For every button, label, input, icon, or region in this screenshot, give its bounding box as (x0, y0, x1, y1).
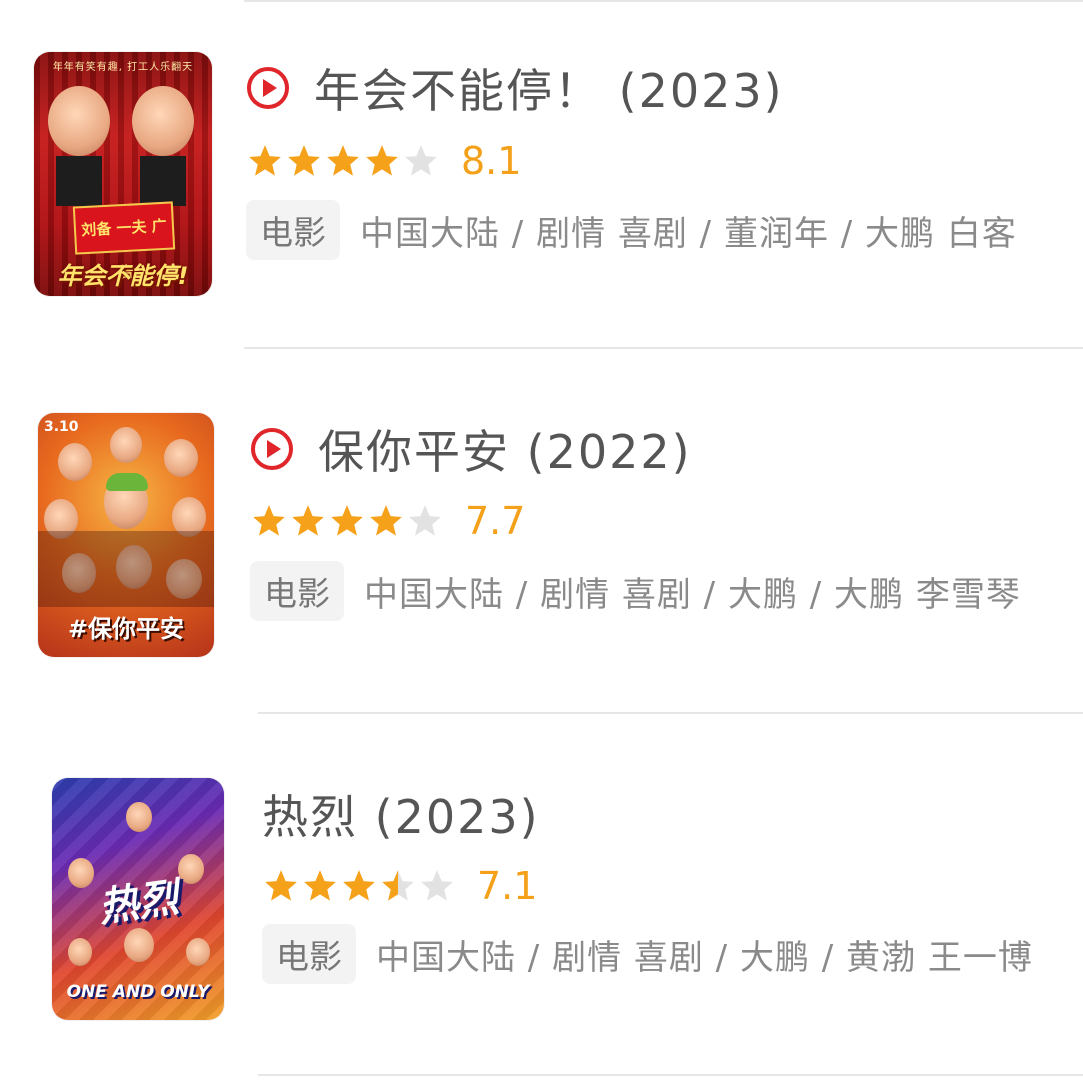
actor-face (164, 439, 198, 477)
star-icon (366, 145, 398, 176)
star-icon (331, 505, 363, 536)
play-circle-icon[interactable] (250, 427, 294, 471)
type-badge: 电影 (262, 924, 356, 984)
star-icon (370, 505, 402, 536)
star-icon (327, 145, 359, 176)
play-circle-icon[interactable] (246, 66, 290, 110)
poster-title: 年会不能停! (57, 262, 189, 290)
rating-score: 8.1 (461, 139, 522, 183)
actor-face (58, 443, 92, 481)
poster-date: 3.10 (44, 419, 79, 435)
movie-item-1[interactable]: 年年有笑有趣, 打工人乐翻天 刘备 一夫 广告 年会不能停! 年会不能停！ (2… (0, 0, 1083, 347)
actor-face (124, 928, 154, 962)
star-icon (249, 145, 281, 176)
star-rating (246, 142, 441, 180)
poster-title: #保你平安 (67, 615, 185, 643)
star-icon (292, 505, 324, 536)
poster-subtitle: ONE AND ONLY (66, 982, 210, 1002)
actor-face (126, 802, 152, 832)
type-badge: 电影 (246, 200, 340, 260)
star-icon (343, 870, 375, 901)
movie-poster[interactable]: 3.10 #保你平安 (38, 413, 214, 657)
movie-meta: 中国大陆 / 剧情 喜剧 / 董润年 / 大鹏 白客 (360, 213, 1017, 254)
star-rating (250, 502, 445, 540)
actor-face (48, 86, 110, 156)
actor-face (186, 938, 210, 966)
poster-tagline: 年年有笑有趣, 打工人乐翻天 (52, 62, 194, 73)
star-icon (265, 870, 297, 901)
star-icon (405, 145, 437, 176)
rating-score: 7.1 (477, 864, 538, 908)
rating: 7.7 (250, 499, 525, 543)
divider-bottom (258, 1074, 1083, 1076)
movie-title[interactable]: 热烈 (2023) (262, 781, 540, 847)
actor-face (132, 86, 194, 156)
movie-item-3[interactable]: 热烈 ONE AND ONLY 热烈 (2023) 7.1 电影 中国大陆 / … (0, 714, 1083, 1074)
actor-face (68, 938, 92, 966)
type-badge: 电影 (250, 561, 344, 621)
movie-title[interactable]: 年会不能停！ (2023) (314, 55, 784, 121)
star-icon (288, 145, 320, 176)
rating: 7.1 (262, 864, 537, 908)
star-rating (262, 867, 457, 905)
movie-item-2[interactable]: 3.10 #保你平安 保你平安 (2022) 7.7 电影 中国大陆 / 剧情 … (0, 349, 1083, 712)
movie-title[interactable]: 保你平安 (2022) (318, 416, 692, 482)
star-icon (253, 505, 285, 536)
star-icon (421, 870, 453, 901)
rating: 8.1 (246, 139, 521, 183)
rating-score: 7.7 (465, 499, 526, 543)
movie-poster[interactable]: 年年有笑有趣, 打工人乐翻天 刘备 一夫 广告 年会不能停! (34, 52, 212, 296)
star-icon (409, 505, 441, 536)
movie-meta: 中国大陆 / 剧情 喜剧 / 大鹏 / 黄渤 王一博 (376, 937, 1033, 978)
actor-face (110, 427, 142, 463)
poster-sign: 刘备 一夫 广告 (72, 201, 176, 281)
movie-poster[interactable]: 热烈 ONE AND ONLY (52, 778, 224, 1020)
star-half-icon (382, 870, 414, 901)
movie-meta: 中国大陆 / 剧情 喜剧 / 大鹏 / 大鹏 李雪琴 (364, 574, 1021, 615)
star-icon (304, 870, 336, 901)
